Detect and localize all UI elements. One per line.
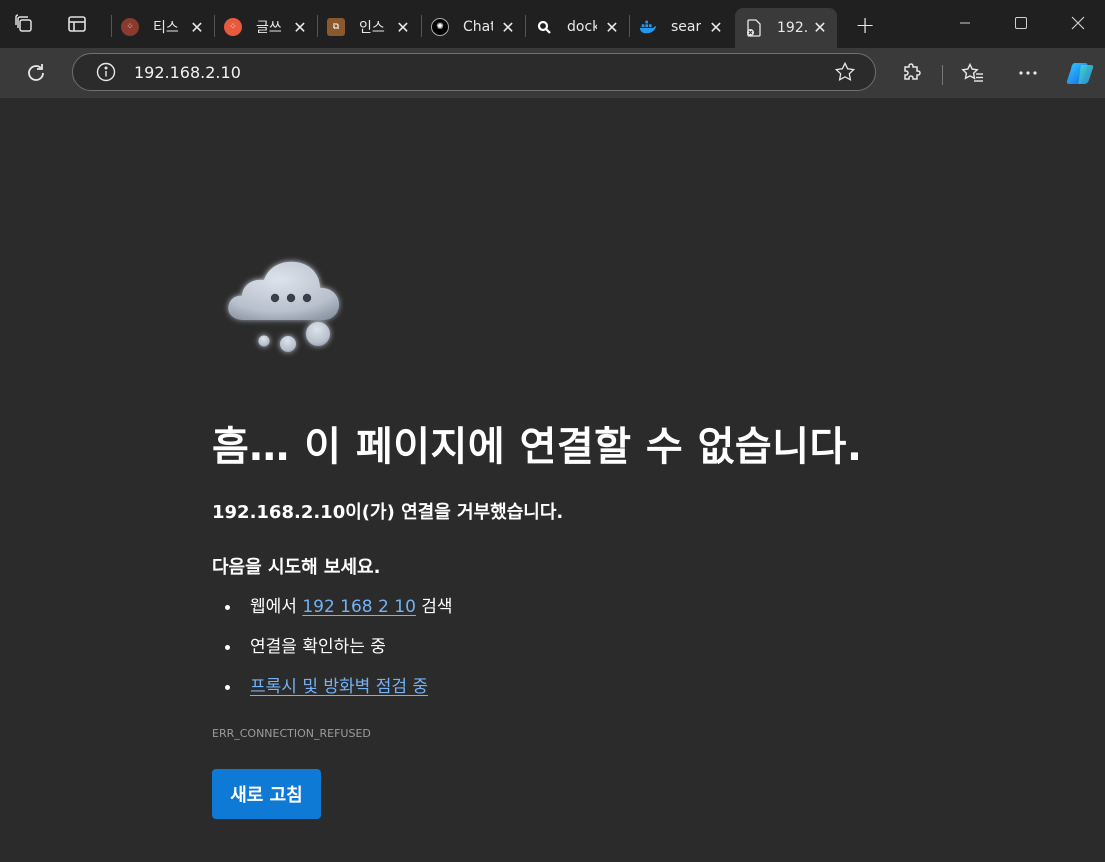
suggestions-heading: 다음을 시도해 보세요. [212,557,381,578]
close-tab-icon[interactable]: ✕ [603,18,621,37]
close-tab-icon[interactable]: ✕ [707,18,725,37]
suggestion-text: 연결을 확인하는 중 [250,637,386,657]
more-options-icon[interactable] [1012,57,1044,89]
close-tab-icon[interactable]: ✕ [188,18,206,37]
close-tab-icon[interactable]: ✕ [811,18,829,37]
suggestion-search-web: 웹에서 192 168 2 10 검색 [212,595,453,635]
error-page: 흠… 이 페이지에 연결할 수 없습니다. 192.168.2.10이(가) 연… [0,98,1105,862]
search-web-link[interactable]: 192 168 2 10 [302,597,416,617]
close-tab-icon[interactable]: ✕ [499,18,517,37]
url-text: 192.168.2.10 [134,63,241,82]
error-code: ERR_CONNECTION_REFUSED [212,727,371,740]
close-window-icon[interactable] [1058,8,1098,38]
toolbar: 192.168.2.10 [0,48,1105,98]
tab-strip: ⁘ 티스 ✕ ⁘ 글쓰 ✕ ⧉ 인스 ✕ ✺ Chat ✕ dock ✕ sea… [0,0,1105,48]
tab-title: 티스 [153,20,179,36]
favorite-star-icon[interactable] [829,56,861,88]
error-description: 192.168.2.10이(가) 연결을 거부했습니다. [212,502,564,523]
suggestion-list: 웹에서 192 168 2 10 검색 연결을 확인하는 중 프록시 및 방화벽… [212,595,453,715]
maximize-icon[interactable] [1001,8,1041,38]
tab-title: 인스 [359,20,385,36]
suggestion-check-connection: 연결을 확인하는 중 [212,635,453,675]
reload-button[interactable]: 새로 고침 [212,769,321,819]
tab-instance[interactable]: ⧉ 인스 ✕ [317,8,420,46]
tab-docker-hub[interactable]: sear ✕ [629,8,733,46]
tab-title: sear [671,19,701,35]
site-info-icon[interactable] [90,56,122,88]
broken-page-icon [745,19,763,37]
refresh-icon[interactable] [20,57,52,89]
copilot-icon[interactable] [1064,57,1096,89]
tab-title: Chat [463,19,493,35]
tab-docker-search[interactable]: dock ✕ [525,8,629,46]
tab-active-192[interactable]: 192. ✕ [735,8,837,48]
workspaces-icon[interactable] [10,10,38,38]
thinking-cloud-icon [222,248,362,362]
close-tab-icon[interactable]: ✕ [291,18,309,37]
tab-title: 192. [777,20,807,36]
tab-chatgpt[interactable]: ✺ Chat ✕ [421,8,525,46]
check-proxy-firewall-link[interactable]: 프록시 및 방화벽 점검 중 [250,677,428,697]
address-bar[interactable]: 192.168.2.10 [72,53,876,91]
page-title: 흠… 이 페이지에 연결할 수 없습니다. [212,424,863,470]
tab-tistory-write[interactable]: ⁘ 글쓰 ✕ [214,8,317,46]
favorites-icon[interactable] [957,57,989,89]
tab-tistory-1[interactable]: ⁘ 티스 ✕ [111,8,214,46]
suggestion-prefix: 웹에서 [250,597,303,617]
suggestion-suffix: 검색 [415,597,453,617]
extensions-icon[interactable] [896,57,928,89]
suggestion-check-proxy: 프록시 및 방화벽 점검 중 [212,675,453,715]
tab-title: dock [567,19,597,35]
tistory-icon: ⁘ [121,18,139,36]
tab-actions-icon[interactable] [63,10,91,38]
tab-title: 글쓰 [256,20,282,36]
chatgpt-icon: ✺ [431,18,449,36]
close-tab-icon[interactable]: ✕ [394,18,412,37]
tistory-icon: ⁘ [224,18,242,36]
minimize-icon[interactable] [945,8,985,38]
docker-icon [639,18,657,36]
instance-icon: ⧉ [327,18,345,36]
search-icon [535,18,553,36]
new-tab-icon[interactable]: + [852,11,878,39]
